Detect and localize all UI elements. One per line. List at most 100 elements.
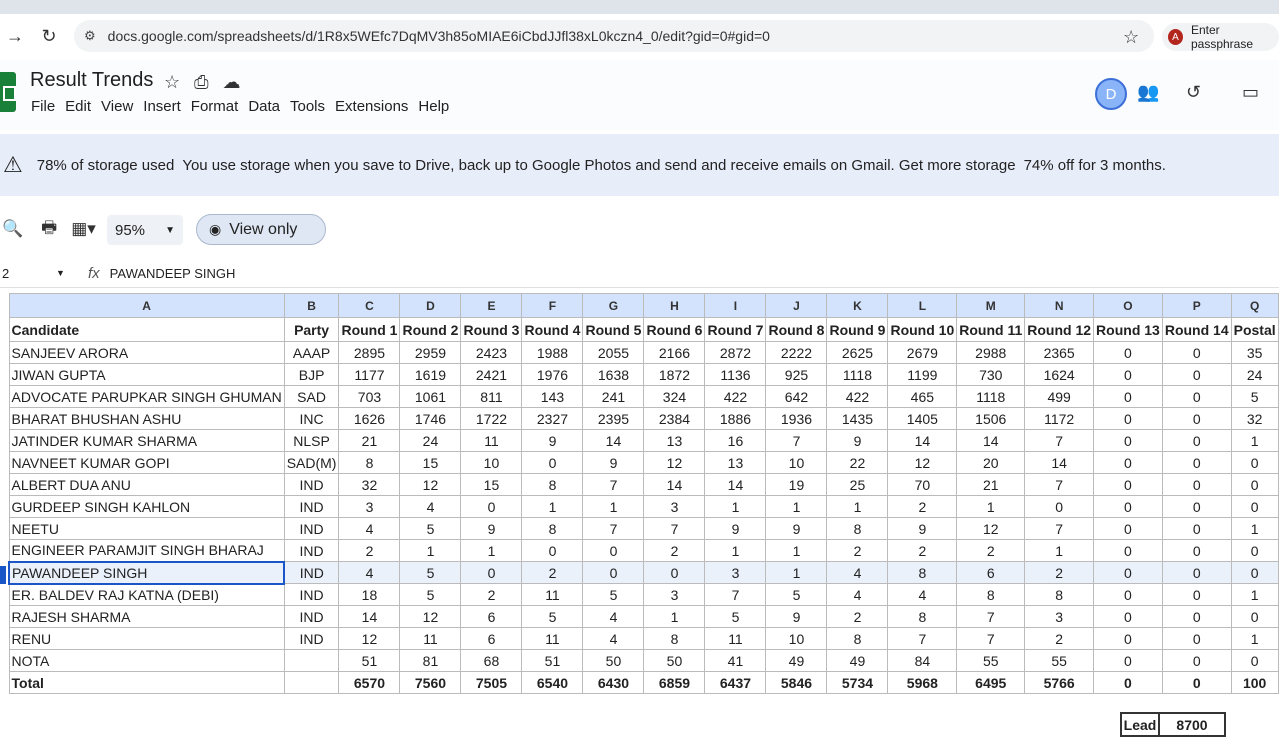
value-cell[interactable]: 422 [704,385,767,408]
header-cell[interactable]: Round 9 [826,317,889,342]
value-cell[interactable]: 0 [1093,583,1163,606]
value-cell[interactable]: 0 [460,561,523,584]
value-cell[interactable]: 0 [1161,363,1232,386]
menu-file[interactable]: File [30,98,62,115]
value-cell[interactable]: 9 [582,451,645,474]
value-cell[interactable]: 70 [887,473,958,496]
candidate-cell[interactable]: RAJESH SHARMA [8,605,285,628]
value-cell[interactable]: 0 [1230,495,1279,518]
party-cell[interactable]: SAD [283,385,340,408]
candidate-cell[interactable]: NOTA [8,649,285,672]
value-cell[interactable]: 11 [399,627,462,650]
value-cell[interactable]: 1 [399,539,462,562]
value-cell[interactable]: 2 [338,539,401,562]
party-cell[interactable]: IND [283,473,340,496]
value-cell[interactable]: 5 [399,583,462,606]
value-cell[interactable]: 14 [704,473,767,496]
value-cell[interactable]: 2959 [399,341,462,364]
value-cell[interactable]: 2 [826,539,889,562]
value-cell[interactable]: 1746 [399,407,462,430]
value-cell[interactable]: 7 [582,473,645,496]
value-cell[interactable]: 3 [704,561,767,584]
value-cell[interactable]: 6570 [338,671,401,694]
value-cell[interactable]: 0 [1161,385,1232,408]
value-cell[interactable]: 10 [460,451,523,474]
value-cell[interactable]: 2 [956,539,1026,562]
header-cell[interactable]: Round 12 [1024,317,1095,342]
value-cell[interactable]: 19 [765,473,828,496]
value-cell[interactable]: 50 [582,649,645,672]
value-cell[interactable]: 8 [1024,583,1095,606]
value-cell[interactable]: 3 [338,495,401,518]
value-cell[interactable]: 51 [338,649,401,672]
value-cell[interactable]: 0 [1161,517,1232,540]
value-cell[interactable]: 5734 [826,671,889,694]
doc-title[interactable]: Result Trends [30,69,153,92]
party-cell[interactable]: IND [283,561,340,584]
value-cell[interactable]: 730 [956,363,1026,386]
value-cell[interactable]: 0 [1093,473,1163,496]
value-cell[interactable]: 16 [704,429,767,452]
value-cell[interactable]: 2395 [582,407,645,430]
menu-data[interactable]: Data [247,98,287,115]
candidate-cell[interactable]: ENGINEER PARAMJIT SINGH BHARAJ [8,539,285,562]
header-cell[interactable]: Round 10 [887,317,958,342]
passphrase-button[interactable]: A Enter passphrase [1162,23,1279,51]
name-box[interactable]: 2 ▼ [0,266,70,281]
header-cell[interactable]: Candidate [8,317,285,342]
value-cell[interactable]: 7 [1024,517,1095,540]
value-cell[interactable]: 0 [643,561,706,584]
candidate-cell[interactable]: JIWAN GUPTA [8,363,285,386]
column-header[interactable]: Q [1230,293,1279,318]
header-cell[interactable]: Round 3 [460,317,523,342]
cloud-status-icon[interactable]: ☁ [223,72,241,93]
value-cell[interactable]: 21 [956,473,1026,496]
value-cell[interactable]: 9 [826,429,889,452]
value-cell[interactable]: 5 [399,517,462,540]
value-cell[interactable]: 7 [956,605,1026,628]
value-cell[interactable]: 25 [826,473,889,496]
value-cell[interactable]: 2872 [704,341,767,364]
value-cell[interactable]: 5846 [765,671,828,694]
value-cell[interactable]: 0 [1230,649,1279,672]
value-cell[interactable]: 2 [1024,627,1095,650]
value-cell[interactable]: 55 [1024,649,1095,672]
value-cell[interactable]: 0 [1161,561,1232,584]
value-cell[interactable]: 0 [1093,561,1163,584]
move-icon[interactable]: ⎙ [194,72,208,93]
value-cell[interactable]: 13 [704,451,767,474]
value-cell[interactable]: 2423 [460,341,523,364]
value-cell[interactable]: 41 [704,649,767,672]
value-cell[interactable]: 9 [704,517,767,540]
column-header[interactable]: O [1093,293,1163,318]
value-cell[interactable]: 1872 [643,363,706,386]
value-cell[interactable]: 0 [521,451,584,474]
value-cell[interactable]: 7 [704,583,767,606]
value-cell[interactable]: 2384 [643,407,706,430]
value-cell[interactable]: 0 [1161,429,1232,452]
candidate-cell[interactable]: JATINDER KUMAR SHARMA [8,429,285,452]
value-cell[interactable]: 5 [765,583,828,606]
party-cell[interactable]: IND [283,495,340,518]
value-cell[interactable]: 2365 [1024,341,1095,364]
value-cell[interactable]: 24 [399,429,462,452]
value-cell[interactable]: 925 [765,363,828,386]
value-cell[interactable]: 5766 [1024,671,1095,694]
value-cell[interactable]: 1506 [956,407,1026,430]
value-cell[interactable]: 1405 [887,407,958,430]
value-cell[interactable]: 1624 [1024,363,1095,386]
value-cell[interactable]: 0 [1161,407,1232,430]
value-cell[interactable]: 11 [460,429,523,452]
value-cell[interactable]: 1 [1230,517,1279,540]
value-cell[interactable]: 81 [399,649,462,672]
value-cell[interactable]: 11 [521,583,584,606]
value-cell[interactable]: 7 [1024,473,1095,496]
value-cell[interactable]: 11 [521,627,584,650]
value-cell[interactable]: 2679 [887,341,958,364]
value-cell[interactable]: 5968 [887,671,958,694]
header-cell[interactable]: Round 4 [521,317,584,342]
value-cell[interactable]: 0 [1093,649,1163,672]
value-cell[interactable]: 1136 [704,363,767,386]
value-cell[interactable]: 49 [765,649,828,672]
column-header[interactable]: H [643,293,706,318]
